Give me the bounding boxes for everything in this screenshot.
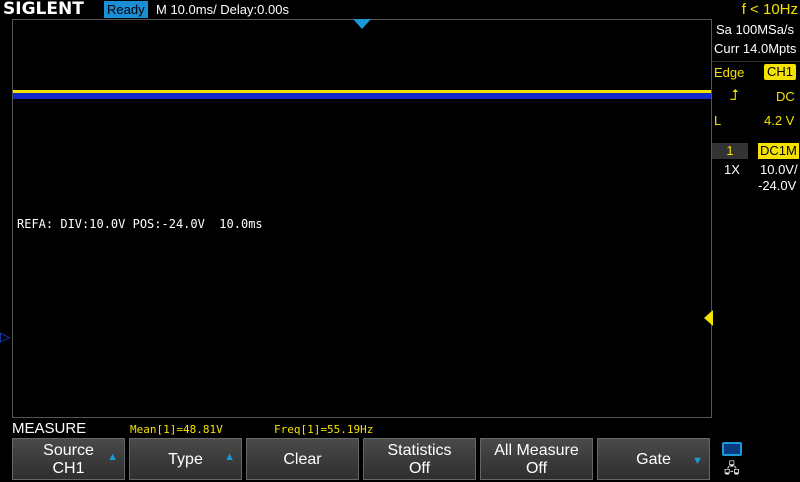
trigger-level-label: L — [714, 113, 722, 128]
measurement-freq: Freq[1]=55.19Hz — [274, 423, 374, 436]
softkey-label: Clear — [283, 451, 322, 468]
softkey-value: Off — [408, 460, 431, 477]
statistics-softkey[interactable]: Statistics Off — [363, 438, 476, 480]
memory-depth: Curr 14.0Mpts — [714, 41, 797, 56]
all-measure-softkey[interactable]: All Measure Off — [480, 438, 593, 480]
ref-waveform-info: REFA: DIV:10.0V POS:-24.0V 10.0ms — [17, 217, 263, 231]
run-status-badge[interactable]: Ready — [104, 1, 148, 18]
softkey-bar: Source CH1 ▲ Type ▲ Clear Statistics Off… — [12, 438, 712, 480]
arrow-up-icon: ▲ — [224, 451, 235, 463]
clear-softkey[interactable]: Clear — [246, 438, 359, 480]
trigger-position-marker[interactable] — [353, 19, 371, 29]
trigger-level-marker[interactable] — [704, 310, 713, 326]
trigger-coupling: DC — [776, 89, 795, 104]
frequency-counter: f < 10Hz — [741, 1, 798, 18]
rising-edge-icon: ⮥ — [730, 87, 739, 104]
channel-offset: -24.0V — [758, 178, 797, 193]
top-status-bar: SIGLENT Ready M 10.0ms/ Delay:0.00s f < … — [0, 0, 800, 19]
trigger-type: Edge — [714, 65, 745, 80]
trigger-info-panel[interactable]: Edge CH1 ⮥ DC L 4.2 V — [712, 61, 800, 136]
softkey-label: All Measure — [494, 442, 579, 459]
ref-offset-marker-icon[interactable]: ▷ — [0, 330, 10, 344]
acquisition-info-panel: Sa 100MSa/s Curr 14.0Mpts — [712, 19, 800, 61]
source-softkey[interactable]: Source CH1 ▲ — [12, 438, 125, 480]
type-softkey[interactable]: Type ▲ — [129, 438, 242, 480]
network-icon[interactable]: 🖧 — [724, 458, 740, 482]
sample-rate: Sa 100MSa/s — [716, 22, 795, 37]
refa-waveform-trace — [13, 93, 711, 99]
probe-attenuation: 1X — [724, 162, 740, 177]
timebase-readout: M 10.0ms/ Delay:0.00s — [156, 2, 289, 17]
channel-coupling-badge: DC1M — [758, 143, 799, 159]
trigger-level-value: 4.2 V — [764, 113, 795, 128]
brand-logo: SIGLENT — [3, 0, 84, 19]
arrow-down-icon: ▼ — [692, 455, 703, 467]
volts-per-div: 10.0V/ — [760, 162, 798, 177]
channel1-info-panel[interactable]: 1 DC1M 1X 10.0V/ -24.0V — [712, 142, 800, 196]
softkey-value: Off — [525, 460, 548, 477]
measurement-mean: Mean[1]=48.81V — [130, 423, 223, 436]
gate-softkey[interactable]: Gate ▼ — [597, 438, 710, 480]
trigger-source-badge: CH1 — [764, 64, 797, 80]
softkey-label: Statistics — [387, 442, 452, 459]
menu-title: MEASURE — [12, 420, 87, 437]
usb-storage-icon[interactable] — [722, 442, 742, 456]
channel-number-badge: 1 — [712, 143, 748, 159]
utility-area: 🖧 — [716, 440, 800, 480]
arrow-up-icon: ▲ — [107, 451, 118, 463]
